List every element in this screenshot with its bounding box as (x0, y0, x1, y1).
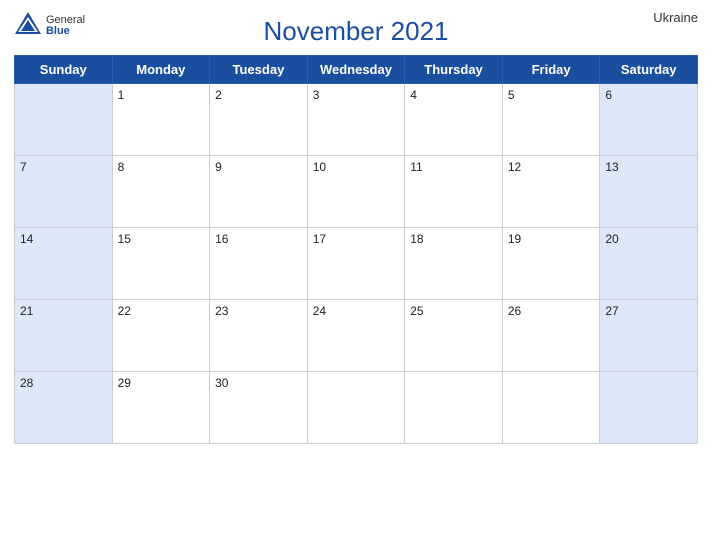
calendar-cell-week4-day3: 23 (210, 300, 308, 372)
calendar-cell-week5-day3: 30 (210, 372, 308, 444)
calendar-cell-week3-day2: 15 (112, 228, 210, 300)
calendar-cell-week4-day7: 27 (600, 300, 698, 372)
calendar-cell-week1-day2: 1 (112, 84, 210, 156)
calendar-cell-week2-day5: 11 (405, 156, 503, 228)
calendar-cell-week3-day1: 14 (15, 228, 113, 300)
date-number: 7 (20, 160, 27, 174)
header-thursday: Thursday (405, 56, 503, 84)
calendar-cell-week5-day4 (307, 372, 405, 444)
date-number: 9 (215, 160, 222, 174)
date-number: 21 (20, 304, 33, 318)
date-number: 3 (313, 88, 320, 102)
calendar-header: General Blue November 2021 Ukraine (14, 10, 698, 55)
calendar-cell-week2-day6: 12 (502, 156, 600, 228)
calendar-cell-week3-day4: 17 (307, 228, 405, 300)
date-number: 20 (605, 232, 618, 246)
date-number: 13 (605, 160, 618, 174)
date-number: 18 (410, 232, 423, 246)
calendar-cell-week4-day4: 24 (307, 300, 405, 372)
calendar-cell-week1-day6: 5 (502, 84, 600, 156)
date-number: 12 (508, 160, 521, 174)
date-number: 24 (313, 304, 326, 318)
calendar-cell-week2-day2: 8 (112, 156, 210, 228)
logo-area: General Blue (14, 10, 84, 41)
calendar-cell-week1-day4: 3 (307, 84, 405, 156)
logo-icon (13, 10, 43, 41)
calendar-cell-week2-day7: 13 (600, 156, 698, 228)
date-number: 16 (215, 232, 228, 246)
header-wednesday: Wednesday (307, 56, 405, 84)
country-label: Ukraine (653, 10, 698, 25)
week-row-1: 1 2 3 4 5 6 (15, 84, 698, 156)
calendar-cell-week3-day3: 16 (210, 228, 308, 300)
calendar-cell-week1-day7: 6 (600, 84, 698, 156)
date-number: 27 (605, 304, 618, 318)
header-friday: Friday (502, 56, 600, 84)
date-number: 4 (410, 88, 417, 102)
date-number: 1 (118, 88, 125, 102)
date-number: 28 (20, 376, 33, 390)
calendar-cell-week4-day5: 25 (405, 300, 503, 372)
days-header-row: Sunday Monday Tuesday Wednesday Thursday… (15, 56, 698, 84)
date-number: 22 (118, 304, 131, 318)
date-number: 25 (410, 304, 423, 318)
calendar-cell-week2-day1: 7 (15, 156, 113, 228)
calendar-cell-week5-day1: 28 (15, 372, 113, 444)
week-row-3: 14 15 16 17 18 19 20 (15, 228, 698, 300)
calendar-cell-week2-day3: 9 (210, 156, 308, 228)
logo-general-text: General (46, 15, 85, 26)
calendar-cell-week3-day5: 18 (405, 228, 503, 300)
calendar-cell-week5-day2: 29 (112, 372, 210, 444)
date-number: 30 (215, 376, 228, 390)
date-number: 23 (215, 304, 228, 318)
calendar-container: General Blue November 2021 Ukraine Sunda… (0, 0, 712, 550)
date-number: 6 (605, 88, 612, 102)
date-number: 19 (508, 232, 521, 246)
calendar-cell-week1-day1 (15, 84, 113, 156)
calendar-cell-week2-day4: 10 (307, 156, 405, 228)
date-number: 15 (118, 232, 131, 246)
calendar-cell-week4-day1: 21 (15, 300, 113, 372)
calendar-cell-week5-day7 (600, 372, 698, 444)
calendar-cell-week4-day6: 26 (502, 300, 600, 372)
date-number: 10 (313, 160, 326, 174)
header-sunday: Sunday (15, 56, 113, 84)
date-number: 5 (508, 88, 515, 102)
date-number: 26 (508, 304, 521, 318)
date-number: 14 (20, 232, 33, 246)
date-number: 29 (118, 376, 131, 390)
calendar-cell-week3-day7: 20 (600, 228, 698, 300)
date-number: 11 (410, 160, 422, 174)
date-number: 17 (313, 232, 326, 246)
logo-blue-text: Blue (46, 26, 85, 37)
date-number: 8 (118, 160, 125, 174)
header-tuesday: Tuesday (210, 56, 308, 84)
calendar-grid: Sunday Monday Tuesday Wednesday Thursday… (14, 55, 698, 444)
calendar-cell-week5-day5 (405, 372, 503, 444)
calendar-cell-week3-day6: 19 (502, 228, 600, 300)
week-row-2: 7 8 9 10 11 12 13 (15, 156, 698, 228)
calendar-cell-week1-day3: 2 (210, 84, 308, 156)
calendar-cell-week4-day2: 22 (112, 300, 210, 372)
calendar-cell-week1-day5: 4 (405, 84, 503, 156)
week-row-5: 28 29 30 (15, 372, 698, 444)
date-number: 2 (215, 88, 222, 102)
header-saturday: Saturday (600, 56, 698, 84)
calendar-cell-week5-day6 (502, 372, 600, 444)
month-title: November 2021 (264, 16, 449, 47)
header-monday: Monday (112, 56, 210, 84)
week-row-4: 21 22 23 24 25 26 27 (15, 300, 698, 372)
